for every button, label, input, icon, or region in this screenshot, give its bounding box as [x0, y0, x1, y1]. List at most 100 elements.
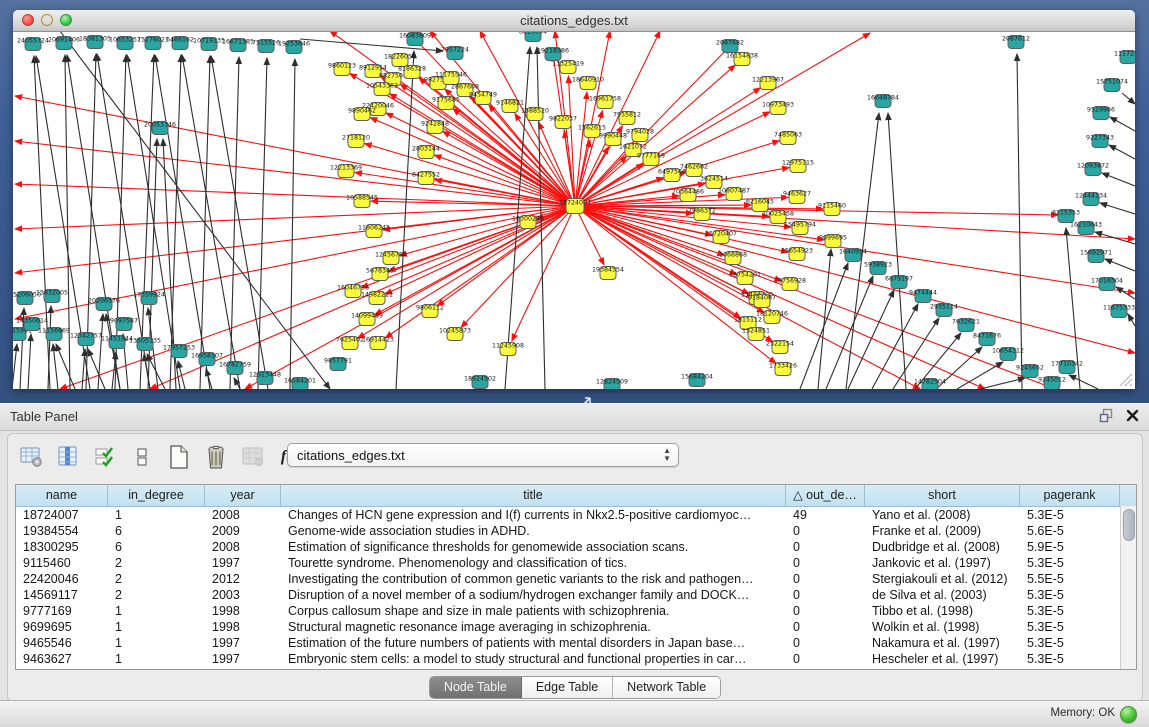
network-node[interactable]: 2718120: [342, 135, 370, 148]
table-panel-header[interactable]: Table Panel: [0, 403, 1149, 431]
network-node[interactable]: 11806245: [358, 225, 390, 238]
table-row[interactable]: 911546021997Tourette syndrome. Phenomeno…: [16, 555, 1136, 571]
network-node[interactable]: 18756928: [774, 278, 806, 291]
network-node[interactable]: 9245012: [1038, 377, 1066, 390]
network-node[interactable]: 13325419: [552, 61, 584, 74]
network-node[interactable]: 5938923: [864, 262, 892, 275]
network-node[interactable]: 20691406: [48, 37, 80, 50]
network-node[interactable]: 7485063: [774, 132, 802, 145]
network-node[interactable]: 9699695: [819, 235, 847, 248]
network-node[interactable]: 15495794: [784, 222, 816, 235]
network-node[interactable]: 15684204: [681, 374, 713, 387]
memory-status-indicator[interactable]: [1120, 706, 1137, 723]
network-node[interactable]: 9860123: [328, 63, 356, 76]
network-node[interactable]: 15751074: [1096, 79, 1128, 92]
column-header-3[interactable]: title: [281, 485, 786, 506]
network-node[interactable]: 19384554: [592, 267, 624, 280]
network-node[interactable]: 14099489: [351, 313, 383, 326]
network-node[interactable]: 15276021: [137, 37, 169, 50]
network-node[interactable]: 16154838: [726, 53, 758, 66]
table-settings-icon[interactable]: [18, 444, 44, 470]
network-node[interactable]: 8471676: [973, 333, 1001, 346]
tab-network-table[interactable]: Network Table: [613, 677, 720, 698]
network-node[interactable]: 7957224: [441, 47, 469, 60]
network-node[interactable]: 1524851: [742, 328, 770, 341]
table-row[interactable]: 1456911722003Disruption of a novel membe…: [16, 587, 1136, 603]
network-node[interactable]: 2522154: [766, 341, 794, 354]
network-node[interactable]: 11245908: [492, 343, 524, 356]
tab-edge-table[interactable]: Edge Table: [522, 677, 613, 698]
network-node[interactable]: 12824509: [596, 379, 628, 390]
network-node[interactable]: 2087682: [716, 40, 744, 53]
delete-table-icon[interactable]: [203, 444, 229, 470]
table-row[interactable]: 2242004622012Investigating the contribut…: [16, 571, 1136, 587]
network-node[interactable]: 9474444: [909, 290, 937, 303]
network-node[interactable]: 9806112: [416, 305, 444, 318]
network-node[interactable]: 10973493: [762, 102, 794, 115]
table-row[interactable]: 1938455462009Genome-wide association stu…: [16, 523, 1136, 539]
network-node[interactable]: 18924502: [464, 376, 496, 389]
network-node[interactable]: 6879197: [885, 276, 913, 289]
network-node[interactable]: 2803144: [412, 146, 440, 159]
table-row[interactable]: 1872400712008Changes of HCN gene express…: [16, 507, 1136, 523]
column-header-4[interactable]: △ out_de…: [786, 485, 865, 506]
network-node[interactable]: 10719135: [193, 38, 225, 51]
column-header-1[interactable]: in_degree: [108, 485, 205, 506]
network-node[interactable]: 10245873: [439, 328, 471, 341]
network-node[interactable]: 16584201: [284, 378, 316, 390]
network-node[interactable]: 12213369: [330, 165, 362, 178]
table-source-dropdown[interactable]: citations_edges.txt ▲▼: [287, 443, 679, 467]
network-node[interactable]: 2935114: [930, 304, 958, 317]
column-header-0[interactable]: name: [16, 485, 108, 506]
network-node[interactable]: 20364486: [672, 189, 704, 202]
network-node[interactable]: 12975115: [782, 160, 814, 173]
network-node[interactable]: 16083809: [399, 33, 431, 46]
network-node[interactable]: 20206576: [88, 298, 120, 311]
network-node[interactable]: 7632621: [952, 319, 980, 332]
network-window[interactable]: citations_edges.txt 18724007 9860123 891…: [13, 10, 1135, 389]
table-row[interactable]: 1830029562008Estimation of significance …: [16, 539, 1136, 555]
network-window-titlebar[interactable]: citations_edges.txt: [13, 10, 1135, 32]
table-vertical-scrollbar[interactable]: [1120, 506, 1136, 669]
float-panel-icon[interactable]: [1099, 408, 1114, 423]
network-node[interactable]: 7986372: [688, 208, 716, 221]
network-node[interactable]: 13505135: [129, 338, 161, 351]
table-row[interactable]: 969969511998Structural magnetic resonanc…: [16, 619, 1136, 635]
network-node[interactable]: 16914423: [362, 337, 394, 350]
tab-node-table[interactable]: Node Table: [430, 677, 522, 698]
network-node[interactable]: 11675333: [1103, 305, 1135, 318]
network-node[interactable]: 19218586: [537, 48, 569, 61]
network-node[interactable]: 1117253: [1114, 51, 1135, 64]
network-node[interactable]: 18381305: [79, 36, 111, 49]
network-node[interactable]: 9857791: [324, 358, 352, 371]
network-node[interactable]: 11156869: [38, 328, 70, 341]
network-node[interactable]: 12213967: [752, 77, 784, 90]
network-node[interactable]: 1733426: [769, 363, 797, 376]
network-node[interactable]: 18754201: [729, 272, 761, 285]
network-node[interactable]: 19253646: [278, 41, 310, 54]
network-node[interactable]: 9146821: [496, 100, 524, 113]
network-node[interactable]: 15654923: [781, 248, 813, 261]
network-node[interactable]: 16648784: [867, 95, 899, 108]
select-rows-icon[interactable]: [92, 444, 118, 470]
network-node[interactable]: 7515526: [252, 40, 280, 53]
network-node[interactable]: 14982221: [361, 292, 393, 305]
network-node[interactable]: 2087612: [1002, 36, 1030, 49]
scrollbar-thumb[interactable]: [1123, 509, 1135, 541]
network-node[interactable]: 10588545: [346, 195, 378, 208]
new-table-icon[interactable]: [166, 444, 192, 470]
network-node[interactable]: 9115460: [818, 203, 846, 216]
network-node[interactable]: 10543362: [366, 83, 398, 96]
network-node[interactable]: 9097587: [110, 318, 138, 331]
network-node[interactable]: 24055724: [17, 38, 49, 51]
network-node[interactable]: 8813054: [519, 32, 547, 42]
network-node[interactable]: 14782504: [914, 379, 946, 390]
network-node[interactable]: 8454749: [469, 92, 497, 105]
network-node[interactable]: 20053346: [144, 122, 176, 135]
network-node[interactable]: 1640954: [839, 249, 867, 262]
close-panel-icon[interactable]: [1126, 409, 1139, 422]
column-header-5[interactable]: short: [865, 485, 1020, 506]
network-canvas[interactable]: 18724007 9860123 8912954 18226058 982750…: [13, 32, 1135, 389]
network-node[interactable]: 15832005: [36, 290, 68, 303]
show-column-icon[interactable]: [55, 444, 81, 470]
